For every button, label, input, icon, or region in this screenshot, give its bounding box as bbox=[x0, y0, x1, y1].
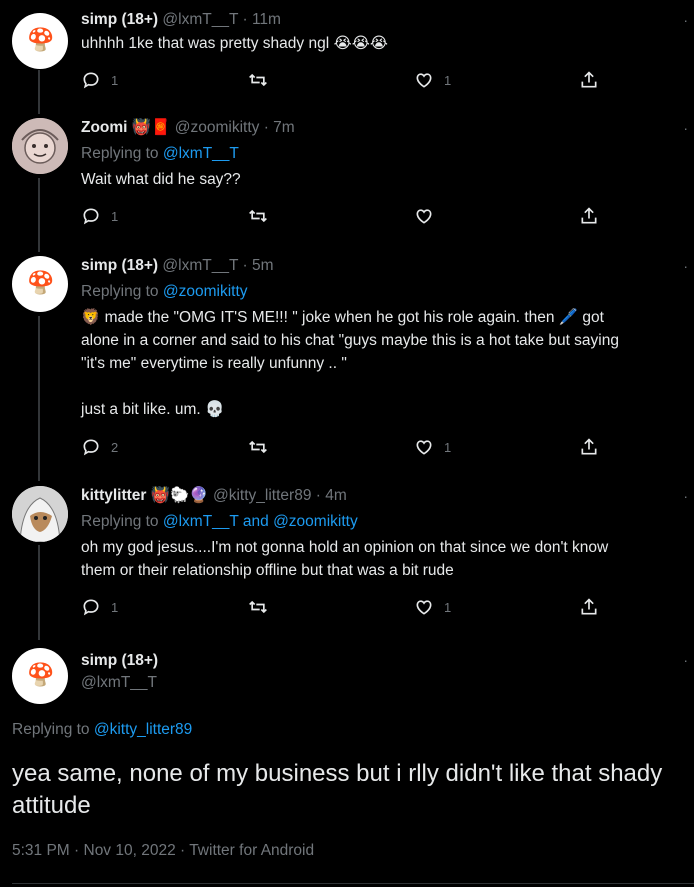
like-icon bbox=[416, 440, 432, 455]
retweet-icon bbox=[249, 440, 267, 454]
like-icon bbox=[416, 209, 432, 224]
replying-to-link[interactable]: @lxmT__T bbox=[163, 145, 239, 162]
tweet[interactable]: 🍄 simp (18+) @lxmT__T · 5m · Replying to… bbox=[0, 256, 694, 466]
replying-label: Replying to bbox=[81, 513, 159, 530]
display-name[interactable]: kittylitter bbox=[81, 487, 146, 504]
tweet-text: 🦁 made the "OMG IT'S ME!!! " joke when h… bbox=[81, 309, 619, 418]
tweet[interactable]: kittylitter 👹🐑🔮 @kitty_litter89 · 4m · R… bbox=[0, 486, 694, 626]
divider bbox=[12, 883, 694, 884]
reply-button[interactable]: 2 bbox=[81, 436, 118, 458]
display-name[interactable]: simp (18+) bbox=[81, 652, 158, 669]
reply-icon bbox=[83, 439, 99, 456]
kitty-avatar-icon bbox=[12, 486, 68, 542]
handle[interactable]: @lxmT__T bbox=[81, 674, 157, 691]
tweet-text: Wait what did he say?? bbox=[81, 171, 241, 188]
replying-label: Replying to bbox=[81, 145, 159, 162]
reply-button[interactable]: 1 bbox=[81, 596, 118, 618]
reply-icon bbox=[83, 208, 99, 225]
like-button[interactable]: 1 bbox=[414, 69, 451, 91]
like-icon bbox=[416, 73, 432, 88]
handle[interactable]: @zoomikitty bbox=[175, 119, 260, 136]
retweet-button[interactable] bbox=[248, 69, 268, 91]
avatar[interactable]: 🍄 bbox=[12, 13, 68, 69]
share-icon bbox=[581, 598, 597, 615]
tweet[interactable]: Zoomi 👹🧧 @zoomikitty · 7m · Replying to … bbox=[0, 118, 694, 238]
like-count: 1 bbox=[444, 599, 452, 615]
reply-count: 2 bbox=[111, 439, 119, 455]
timestamp[interactable]: · 5m bbox=[242, 257, 273, 274]
like-icon bbox=[416, 600, 432, 615]
like-button[interactable] bbox=[414, 205, 434, 227]
retweet-button[interactable] bbox=[248, 205, 268, 227]
retweet-button[interactable] bbox=[248, 596, 268, 618]
action-bar: 1 1 bbox=[81, 596, 601, 618]
handle[interactable]: @kitty_litter89 bbox=[213, 487, 311, 504]
replying-to-link[interactable]: @kitty_litter89 bbox=[94, 721, 192, 738]
action-bar: 1 bbox=[81, 205, 601, 227]
tweet-meta[interactable]: 5:31 PM · Nov 10, 2022 · Twitter for And… bbox=[12, 842, 314, 860]
reply-icon bbox=[83, 72, 99, 89]
zoomi-avatar-icon bbox=[12, 118, 68, 174]
name-badges: 👹🐑🔮 bbox=[150, 487, 209, 504]
tweet-text: uhhhh 1ke that was pretty shady ngl 😭😭😭 bbox=[81, 35, 388, 52]
main-tweet: 🍄 simp (18+) @lxmT__T · bbox=[0, 648, 694, 708]
handle[interactable]: @lxmT__T bbox=[162, 11, 238, 28]
reply-button[interactable]: 1 bbox=[81, 205, 118, 227]
name-badges: 👹🧧 bbox=[131, 119, 171, 136]
like-count: 1 bbox=[444, 439, 452, 455]
avatar[interactable]: 🍄 bbox=[12, 256, 68, 312]
display-name[interactable]: simp (18+) bbox=[81, 11, 158, 28]
tweet-text: oh my god jesus....I'm not gonna hold an… bbox=[81, 539, 609, 579]
handle[interactable]: @lxmT__T bbox=[162, 257, 238, 274]
avatar[interactable]: 🍄 bbox=[12, 648, 68, 704]
reply-count: 1 bbox=[111, 208, 119, 224]
replying-to-link[interactable]: @zoomikitty bbox=[163, 283, 248, 300]
timestamp[interactable]: · 7m bbox=[264, 119, 295, 136]
more-icon[interactable]: · bbox=[683, 120, 688, 136]
display-name[interactable]: Zoomi bbox=[81, 119, 128, 136]
mushroom-avatar-icon: 🍄 bbox=[27, 270, 55, 295]
share-button[interactable] bbox=[579, 205, 599, 227]
replying-label: Replying to bbox=[81, 283, 159, 300]
timestamp[interactable]: · 4m bbox=[316, 487, 347, 504]
more-icon[interactable]: · bbox=[683, 488, 688, 504]
reply-count: 1 bbox=[111, 599, 119, 615]
like-count: 1 bbox=[444, 72, 452, 88]
retweet-icon bbox=[249, 209, 267, 223]
share-icon bbox=[581, 438, 597, 455]
action-bar: 2 1 bbox=[81, 436, 601, 458]
share-button[interactable] bbox=[579, 596, 599, 618]
retweet-button[interactable] bbox=[248, 436, 268, 458]
replying-label: Replying to bbox=[12, 721, 90, 738]
timestamp[interactable]: · 11m bbox=[242, 11, 280, 28]
display-name[interactable]: simp (18+) bbox=[81, 257, 158, 274]
replying-to-link[interactable]: @lxmT__T and @zoomikitty bbox=[163, 513, 358, 530]
share-icon bbox=[581, 207, 597, 224]
share-icon bbox=[581, 71, 597, 88]
reply-count: 1 bbox=[111, 72, 119, 88]
reply-button[interactable]: 1 bbox=[81, 69, 118, 91]
like-button[interactable]: 1 bbox=[414, 596, 451, 618]
avatar[interactable] bbox=[12, 486, 68, 542]
avatar[interactable] bbox=[12, 118, 68, 174]
more-icon[interactable]: · bbox=[683, 652, 688, 668]
action-bar: 1 1 bbox=[81, 69, 601, 91]
main-tweet-text: yea same, none of my business but i rlly… bbox=[12, 760, 663, 819]
retweet-icon bbox=[249, 73, 267, 87]
share-button[interactable] bbox=[579, 436, 599, 458]
share-button[interactable] bbox=[579, 69, 599, 91]
mushroom-avatar-icon: 🍄 bbox=[27, 27, 55, 52]
reply-icon bbox=[83, 599, 99, 616]
mushroom-avatar-icon: 🍄 bbox=[27, 662, 55, 687]
more-icon[interactable]: · bbox=[683, 12, 688, 28]
more-icon[interactable]: · bbox=[683, 258, 688, 274]
like-button[interactable]: 1 bbox=[414, 436, 451, 458]
retweet-icon bbox=[249, 600, 267, 614]
tweet[interactable]: 🍄 simp (18+) @lxmT__T · 11m · uhhhh 1ke … bbox=[0, 10, 694, 100]
